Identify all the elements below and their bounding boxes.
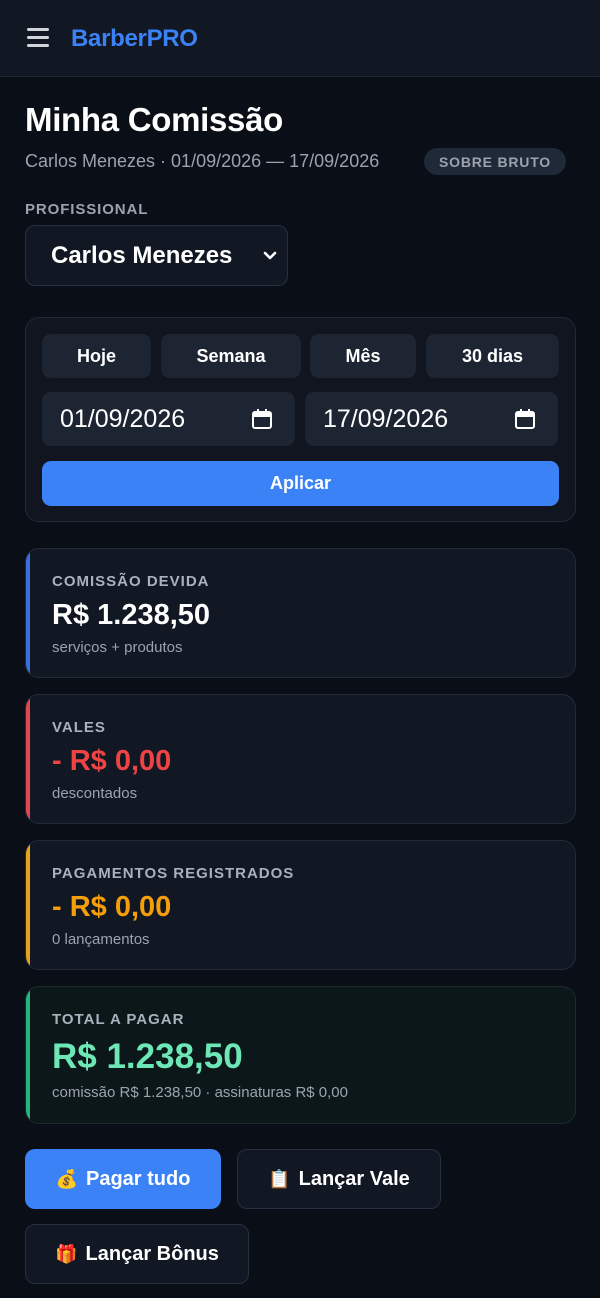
add-bonus-label: Lançar Bônus (85, 1242, 219, 1265)
hamburger-menu-icon[interactable] (27, 28, 49, 48)
add-vale-button[interactable]: 📋 Lançar Vale (237, 1149, 441, 1209)
payments-card: PAGAMENTOS REGISTRADOS - R$ 0,00 0 lança… (25, 840, 576, 970)
period-filter-card: Hoje Semana Mês 30 dias 01/09/2026 17/09… (25, 317, 576, 522)
page-title: Minha Comissão (25, 101, 284, 138)
quick-filter-month[interactable]: Mês (310, 334, 416, 378)
payments-note: 0 lançamentos (52, 931, 150, 948)
commission-value: R$ 1.238,50 (52, 599, 211, 631)
calendar-icon[interactable] (251, 408, 273, 430)
total-accent-bar (26, 987, 30, 1123)
commission-accent-bar (26, 549, 30, 677)
add-vale-label: Lançar Vale (298, 1167, 410, 1190)
vales-accent-bar (26, 695, 30, 823)
commission-note: serviços + produtos (52, 639, 183, 656)
calculation-basis-badge: SOBRE BRUTO (424, 148, 566, 175)
chevron-down-icon (263, 251, 277, 260)
vales-card: VALES - R$ 0,00 descontados (25, 694, 576, 824)
vales-note: descontados (52, 785, 138, 802)
vales-label: VALES (52, 719, 106, 736)
commission-label: COMISSÃO DEVIDA (52, 573, 210, 590)
calendar-icon[interactable] (514, 408, 536, 430)
total-to-pay-card: TOTAL A PAGAR R$ 1.238,50 comissão R$ 1.… (25, 986, 576, 1124)
end-date-value: 17/09/2026 (323, 404, 449, 433)
gift-icon: 🎁 (55, 1243, 78, 1264)
money-bag-icon: 💰 (55, 1168, 78, 1189)
payments-label: PAGAMENTOS REGISTRADOS (52, 865, 295, 882)
clipboard-icon: 📋 (268, 1168, 291, 1189)
total-value: R$ 1.238,50 (52, 1037, 243, 1076)
payments-value: - R$ 0,00 (52, 891, 172, 923)
quick-filter-today[interactable]: Hoje (42, 334, 151, 378)
top-bar: BarberPRO (0, 0, 600, 77)
payments-accent-bar (26, 841, 30, 969)
page-subtitle: Carlos Menezes · 01/09/2026 — 17/09/2026 (25, 151, 380, 171)
professional-select[interactable]: Carlos Menezes (25, 225, 288, 286)
apply-button[interactable]: Aplicar (42, 461, 559, 506)
vales-value: - R$ 0,00 (52, 745, 172, 777)
brand-logo[interactable]: BarberPRO (71, 25, 198, 53)
pay-all-button[interactable]: 💰 Pagar tudo (25, 1149, 221, 1209)
professional-label: PROFISSIONAL (25, 201, 149, 218)
commission-due-card: COMISSÃO DEVIDA R$ 1.238,50 serviços + p… (25, 548, 576, 678)
start-date-value: 01/09/2026 (60, 404, 186, 433)
quick-filter-30-days[interactable]: 30 dias (426, 334, 559, 378)
add-bonus-button[interactable]: 🎁 Lançar Bônus (25, 1224, 249, 1284)
quick-filter-week[interactable]: Semana (161, 334, 301, 378)
pay-all-label: Pagar tudo (85, 1167, 191, 1190)
total-note: comissão R$ 1.238,50 · assinaturas R$ 0,… (52, 1084, 348, 1101)
start-date-input[interactable]: 01/09/2026 (42, 392, 295, 446)
total-label: TOTAL A PAGAR (52, 1011, 185, 1028)
professional-selected-value: Carlos Menezes (51, 241, 233, 269)
end-date-input[interactable]: 17/09/2026 (305, 392, 558, 446)
